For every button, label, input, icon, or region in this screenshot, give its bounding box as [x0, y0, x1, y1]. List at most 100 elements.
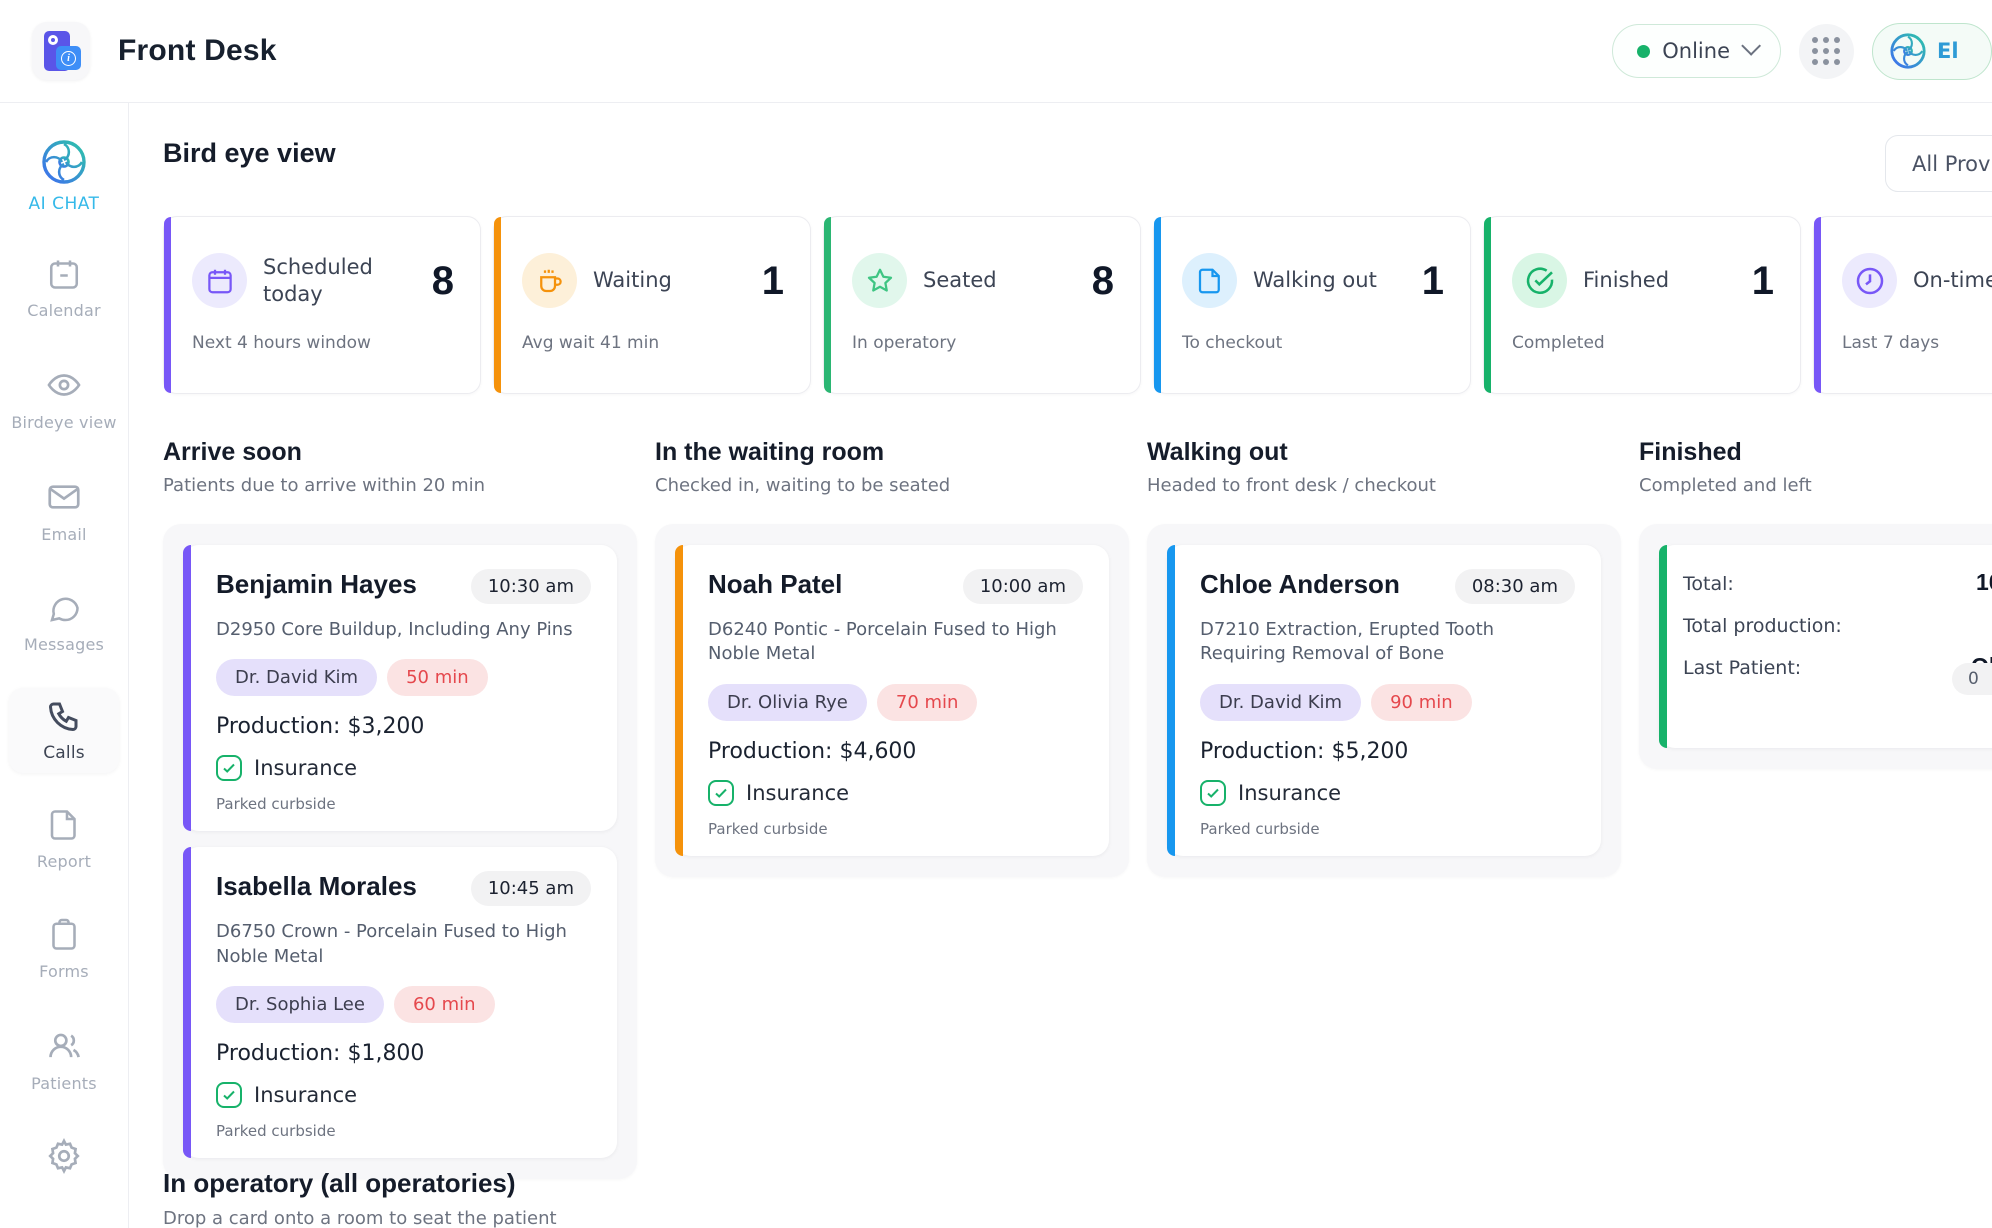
column-subtitle: Patients due to arrive within 20 min — [163, 475, 637, 496]
parked-note: Parked curbside — [708, 820, 1083, 838]
section-subtitle-in-operatory: Drop a card onto a room to seat the pati… — [163, 1208, 557, 1228]
sidebar-item-birdeye-view[interactable]: Birdeye view — [9, 356, 119, 442]
sidebar-item-messages[interactable]: Messages — [9, 580, 119, 664]
app-logo[interactable]: i — [32, 22, 90, 80]
patient-card-noah-patel[interactable]: Noah Patel 10:00 am D6240 Pontic - Porce… — [675, 545, 1109, 856]
stat-accent-bar — [494, 217, 501, 393]
stat-subtitle: Completed — [1512, 333, 1605, 353]
patient-card-chloe-anderson[interactable]: Chloe Anderson 08:30 am D7210 Extraction… — [1167, 545, 1601, 856]
insurance-label: Insurance — [1238, 781, 1341, 805]
summary-label: Last Patient: — [1683, 657, 1801, 679]
stat-card-on-time-rate[interactable]: On-time rat Last 7 days — [1813, 216, 1992, 394]
sidebar-item-settings[interactable] — [9, 1127, 119, 1185]
stat-icon-wrap — [1512, 253, 1567, 308]
column-title: In the waiting room — [655, 438, 1129, 467]
stat-card-scheduled-today[interactable]: Scheduled today 8 Next 4 hours window — [163, 216, 481, 394]
eye-icon — [45, 366, 83, 404]
insurance-checkbox[interactable] — [1200, 780, 1226, 806]
doctor-chip: Dr. David Kim — [216, 659, 377, 696]
column-dropzone[interactable]: Total: 10 p Total production: $ Last Pat… — [1639, 524, 1992, 769]
stat-label: On-time rat — [1913, 267, 1992, 293]
finished-summary-card: Total: 10 p Total production: $ Last Pat… — [1659, 545, 1992, 748]
column-dropzone[interactable]: Noah Patel 10:00 am D6240 Pontic - Porce… — [655, 524, 1129, 877]
sidebar-item-label: Calendar — [27, 301, 101, 320]
column-title: Walking out — [1147, 438, 1621, 467]
stat-icon-wrap — [852, 253, 907, 308]
calendar-icon — [46, 256, 82, 292]
sidebar-item-patients[interactable]: Patients — [9, 1017, 119, 1103]
top-bar: i Front Desk Online — [0, 0, 1992, 103]
apps-grid-button[interactable] — [1799, 24, 1854, 79]
parked-note: Parked curbside — [216, 1122, 591, 1140]
card-accent-bar — [1167, 545, 1175, 856]
parked-note: Parked curbside — [216, 795, 591, 813]
insurance-checkbox[interactable] — [708, 780, 734, 806]
sidebar-item-label: Email — [41, 525, 86, 544]
procedure-text: D2950 Core Buildup, Including Any Pins — [216, 618, 591, 642]
section-title-in-operatory: In operatory (all operatories) — [163, 1168, 557, 1199]
stat-subtitle: Last 7 days — [1842, 333, 1939, 353]
stat-card-waiting[interactable]: Waiting 1 Avg wait 41 min — [493, 216, 811, 394]
patient-card-benjamin-hayes[interactable]: Benjamin Hayes 10:30 am D2950 Core Build… — [183, 545, 617, 831]
column-dropzone[interactable]: Chloe Anderson 08:30 am D7210 Extraction… — [1147, 524, 1621, 877]
stat-accent-bar — [164, 217, 171, 393]
doctor-chip: Dr. Sophia Lee — [216, 986, 384, 1023]
main-content: Bird eye view All Provid Scheduled today… — [130, 103, 1992, 1228]
column-dropzone[interactable]: Benjamin Hayes 10:30 am D2950 Core Build… — [163, 524, 637, 1179]
sidebar-item-calls[interactable]: Calls — [9, 688, 119, 773]
stat-value: 1 — [762, 259, 784, 304]
sidebar-item-report[interactable]: Report — [9, 797, 119, 881]
stat-icon-wrap — [1842, 253, 1897, 308]
column-finished: Finished Completed and left Total: 10 p … — [1639, 438, 1992, 1179]
top-bar-actions: Online El — [1612, 23, 1992, 80]
check-circle-icon — [1524, 265, 1556, 297]
insurance-checkbox[interactable] — [216, 1082, 242, 1108]
patient-name: Isabella Morales — [216, 871, 417, 902]
stat-value: 8 — [432, 259, 454, 304]
stat-card-finished[interactable]: Finished 1 Completed — [1483, 216, 1801, 394]
sidebar-item-calendar[interactable]: Calendar — [9, 246, 119, 330]
stat-card-seated[interactable]: Seated 8 In operatory — [823, 216, 1141, 394]
appointment-time-badge: 10:30 am — [471, 569, 591, 604]
stat-label: Finished — [1583, 267, 1669, 293]
in-operatory-section: In operatory (all operatories) Drop a ca… — [163, 1168, 557, 1228]
patient-card-isabella-morales[interactable]: Isabella Morales 10:45 am D6750 Crown - … — [183, 847, 617, 1158]
stat-label: Walking out — [1253, 267, 1377, 293]
clock-icon — [1854, 265, 1886, 297]
summary-label: Total production: — [1683, 615, 1842, 637]
card-accent-bar — [675, 545, 683, 856]
production-amount: Production: $1,800 — [216, 1041, 591, 1066]
profile-avatar — [1889, 32, 1927, 70]
summary-value-total: 10 p — [1976, 569, 1992, 596]
app-logo-info-badge: i — [56, 46, 81, 70]
stat-icon-wrap — [522, 253, 577, 308]
sidebar-item-ai-chat[interactable]: AI CHAT — [9, 129, 119, 224]
phone-icon — [46, 698, 82, 734]
stat-subtitle: Avg wait 41 min — [522, 333, 659, 353]
provider-filter-button[interactable]: All Provid — [1885, 135, 1992, 192]
sidebar-item-label: Report — [37, 852, 91, 871]
info-icon: i — [61, 51, 76, 66]
clipboard-icon — [46, 917, 82, 953]
sidebar-item-email[interactable]: Email — [9, 468, 119, 554]
sidebar-item-label: Birdeye view — [11, 413, 116, 432]
duration-chip: 90 min — [1371, 684, 1472, 721]
column-walking-out: Walking out Headed to front desk / check… — [1147, 438, 1621, 1179]
column-title: Arrive soon — [163, 438, 637, 467]
stat-label: Scheduled today — [263, 254, 373, 307]
stat-icon-wrap — [1182, 253, 1237, 308]
insurance-label: Insurance — [254, 1083, 357, 1107]
profile-button[interactable]: El — [1872, 23, 1992, 80]
check-icon — [221, 760, 237, 776]
procedure-text: D7210 Extraction, Erupted Tooth Requirin… — [1200, 618, 1575, 667]
insurance-label: Insurance — [746, 781, 849, 805]
envelope-icon — [45, 478, 83, 516]
last-patient-time-badge: 0 — [1952, 663, 1992, 695]
insurance-checkbox[interactable] — [216, 755, 242, 781]
star-icon — [865, 266, 895, 296]
stat-subtitle: In operatory — [852, 333, 956, 353]
online-status-dropdown[interactable]: Online — [1612, 24, 1781, 78]
column-subtitle: Headed to front desk / checkout — [1147, 475, 1621, 496]
sidebar-item-forms[interactable]: Forms — [9, 907, 119, 991]
stat-card-walking-out[interactable]: Walking out 1 To checkout — [1153, 216, 1471, 394]
